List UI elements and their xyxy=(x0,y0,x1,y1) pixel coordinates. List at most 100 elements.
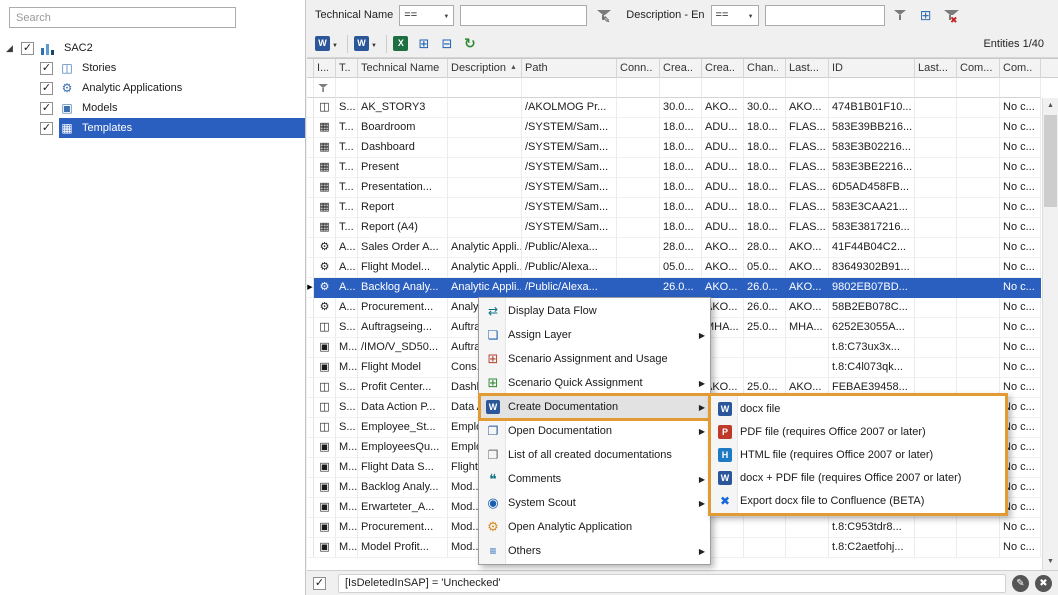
operator-value: == xyxy=(404,9,417,21)
column-header[interactable]: Com... xyxy=(957,59,1000,78)
refresh-button[interactable]: ↻ xyxy=(460,33,480,55)
status-filter-field[interactable]: [IsDeletedInSAP] = 'Unchecked' xyxy=(338,574,1006,593)
search-input[interactable] xyxy=(9,7,236,28)
table-row[interactable]: ▶ ⚙ A... Backlog Analy... Analytic Appli… xyxy=(307,278,1041,298)
filter-cell[interactable] xyxy=(702,78,744,98)
submenu-arrow-icon: ▶ xyxy=(694,379,705,388)
filter-cell[interactable] xyxy=(448,78,522,98)
context-menu-item[interactable]: ≡ Others ▶ xyxy=(480,539,709,563)
column-header[interactable]: I... xyxy=(314,59,336,78)
filter-cell[interactable] xyxy=(786,78,829,98)
tree-item[interactable]: ◫ Stories xyxy=(0,58,305,78)
column-header[interactable]: Chan... xyxy=(744,59,786,78)
cell-connection xyxy=(617,138,660,158)
technical-name-filter-input[interactable] xyxy=(460,5,587,26)
filter-cell[interactable] xyxy=(829,78,915,98)
column-header[interactable]: Last... xyxy=(915,59,957,78)
cell-id: t.8:C73ux3x... xyxy=(829,338,915,358)
table-row[interactable]: ⚙ A... Sales Order A... Analytic Appli..… xyxy=(307,238,1041,258)
export-grid-button[interactable]: ⊟ xyxy=(437,33,457,55)
tree-item-checkbox[interactable] xyxy=(40,82,53,95)
column-header[interactable]: T... xyxy=(336,59,358,78)
tree-item-checkbox[interactable] xyxy=(40,102,53,115)
filter-cell[interactable] xyxy=(307,78,314,98)
column-header[interactable]: ID xyxy=(829,59,915,78)
application-window: SAC2 ◫ Stories ⚙ Analytic Applications ▣… xyxy=(0,0,1058,595)
cell-created-by: AKO... xyxy=(702,258,744,278)
tree-item-checkbox[interactable] xyxy=(40,122,53,135)
tree-item-checkbox[interactable] xyxy=(40,62,53,75)
filter-cell[interactable] xyxy=(314,78,336,98)
context-menu-item[interactable]: W Create Documentation ▶ xyxy=(480,395,709,419)
filter-edit-button[interactable] xyxy=(593,5,613,25)
column-header[interactable]: Last... xyxy=(786,59,829,78)
scroll-thumb[interactable] xyxy=(1044,115,1057,207)
clear-filter-button[interactable] xyxy=(941,5,961,25)
filter-cell[interactable] xyxy=(617,78,660,98)
clear-filter-circle-button[interactable] xyxy=(1035,575,1052,592)
model-icon: ▣ xyxy=(314,338,336,358)
table-row[interactable]: ◫ S... AK_STORY3 /AKOLMOG Pr... 30.0... … xyxy=(307,98,1041,118)
operator-select[interactable]: == xyxy=(711,5,759,26)
submenu-item[interactable]: W docx file xyxy=(712,397,1004,420)
filter-cell[interactable] xyxy=(957,78,1000,98)
filter-cell[interactable] xyxy=(358,78,448,98)
column-header[interactable]: Crea... xyxy=(702,59,744,78)
scroll-down-button[interactable] xyxy=(1043,554,1058,570)
cell-id: 83649302B91... xyxy=(829,258,915,278)
cell-last xyxy=(915,238,957,258)
operator-select[interactable]: == xyxy=(399,5,454,26)
submenu-item[interactable]: H HTML file (requires Office 2007 or lat… xyxy=(712,443,1004,466)
table-row[interactable]: ▦ T... Report (A4) /SYSTEM/Sam... 18.0..… xyxy=(307,218,1041,238)
context-menu-item[interactable]: ❐ List of all created documentations xyxy=(480,443,709,467)
context-menu-item[interactable]: ⇄ Display Data Flow xyxy=(480,299,709,323)
edit-filter-button[interactable] xyxy=(1012,575,1029,592)
table-row[interactable]: ▦ T... Boardroom /SYSTEM/Sam... 18.0... … xyxy=(307,118,1041,138)
filter-cell[interactable] xyxy=(336,78,358,98)
expander-icon[interactable] xyxy=(6,43,21,54)
tree-item[interactable]: ▣ Models xyxy=(0,98,305,118)
tree-root-sac2[interactable]: SAC2 xyxy=(0,38,305,58)
tree-root-checkbox[interactable] xyxy=(21,42,34,55)
context-menu-item[interactable]: ⊞ Scenario Assignment and Usage xyxy=(480,347,709,371)
context-menu-item[interactable]: ❏ Assign Layer ▶ xyxy=(480,323,709,347)
column-header[interactable] xyxy=(307,59,314,78)
copy-grid-button[interactable]: ⊞ xyxy=(414,33,434,55)
column-header[interactable]: Technical Name xyxy=(358,59,448,78)
submenu-item[interactable]: P PDF file (requires Office 2007 or late… xyxy=(712,420,1004,443)
vertical-scrollbar[interactable] xyxy=(1042,98,1058,570)
filter-cell[interactable] xyxy=(1000,78,1041,98)
table-row[interactable]: ▦ T... Present /SYSTEM/Sam... 18.0... AD… xyxy=(307,158,1041,178)
context-menu-item[interactable]: ❐ Open Documentation ▶ xyxy=(480,419,709,443)
filter-cell[interactable] xyxy=(744,78,786,98)
filter-layout-button[interactable]: ⊞ xyxy=(916,5,936,25)
column-header[interactable]: Path xyxy=(522,59,617,78)
filter-cell[interactable] xyxy=(915,78,957,98)
filter-cell[interactable] xyxy=(660,78,702,98)
description-filter-input[interactable] xyxy=(765,5,885,26)
submenu-item[interactable]: ✖ Export docx file to Confluence (BETA) xyxy=(712,489,1004,512)
create-documentation-button[interactable]: W xyxy=(313,33,340,55)
row-indicator xyxy=(307,178,314,198)
column-header[interactable]: Conn... xyxy=(617,59,660,78)
tree-item[interactable]: ⚙ Analytic Applications xyxy=(0,78,305,98)
filter-cell[interactable] xyxy=(522,78,617,98)
context-menu-item[interactable]: ⊞ Scenario Quick Assignment ▶ xyxy=(480,371,709,395)
table-row[interactable]: ▦ T... Report /SYSTEM/Sam... 18.0... ADU… xyxy=(307,198,1041,218)
context-menu-item[interactable]: ⚙ Open Analytic Application xyxy=(480,515,709,539)
apply-filter-button[interactable] xyxy=(891,5,911,25)
column-header[interactable]: Description▲ xyxy=(448,59,522,78)
column-header[interactable]: Com... xyxy=(1000,59,1041,78)
scroll-up-button[interactable] xyxy=(1043,98,1058,114)
context-menu-item[interactable]: ◉ System Scout ▶ xyxy=(480,491,709,515)
column-header[interactable]: Crea... xyxy=(660,59,702,78)
tree-item[interactable]: ▦ Templates xyxy=(0,118,305,138)
status-filter-checkbox[interactable] xyxy=(313,577,326,590)
open-documentation-button[interactable]: W xyxy=(352,33,379,55)
table-row[interactable]: ▦ T... Presentation... /SYSTEM/Sam... 18… xyxy=(307,178,1041,198)
table-row[interactable]: ▦ T... Dashboard /SYSTEM/Sam... 18.0... … xyxy=(307,138,1041,158)
submenu-item[interactable]: W docx + PDF file (requires Office 2007 … xyxy=(712,466,1004,489)
context-menu-item[interactable]: ❝ Comments ▶ xyxy=(480,467,709,491)
export-excel-button[interactable]: X xyxy=(391,33,411,55)
table-row[interactable]: ⚙ A... Flight Model... Analytic Appli...… xyxy=(307,258,1041,278)
